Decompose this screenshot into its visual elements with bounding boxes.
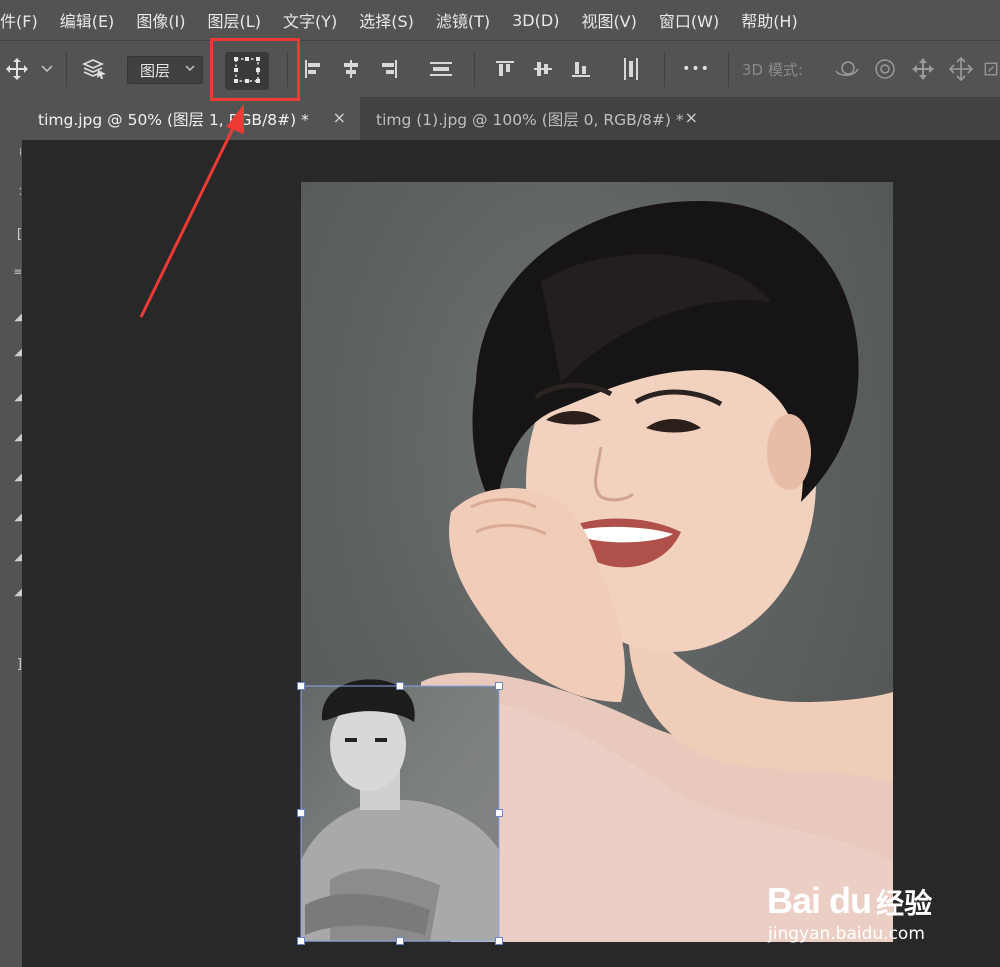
watermark-brand: Bai du <box>767 880 872 921</box>
red-arrow-annotation <box>139 104 244 318</box>
baidu-jingyan-watermark: Bai du 经验 <box>767 880 932 922</box>
watermark-url: jingyan.baidu.com <box>768 924 925 944</box>
photo-man <box>301 679 499 941</box>
watermark-jingyan: 经验 <box>876 887 933 920</box>
highlight-box <box>210 38 300 101</box>
overlay-layer <box>139 104 503 945</box>
